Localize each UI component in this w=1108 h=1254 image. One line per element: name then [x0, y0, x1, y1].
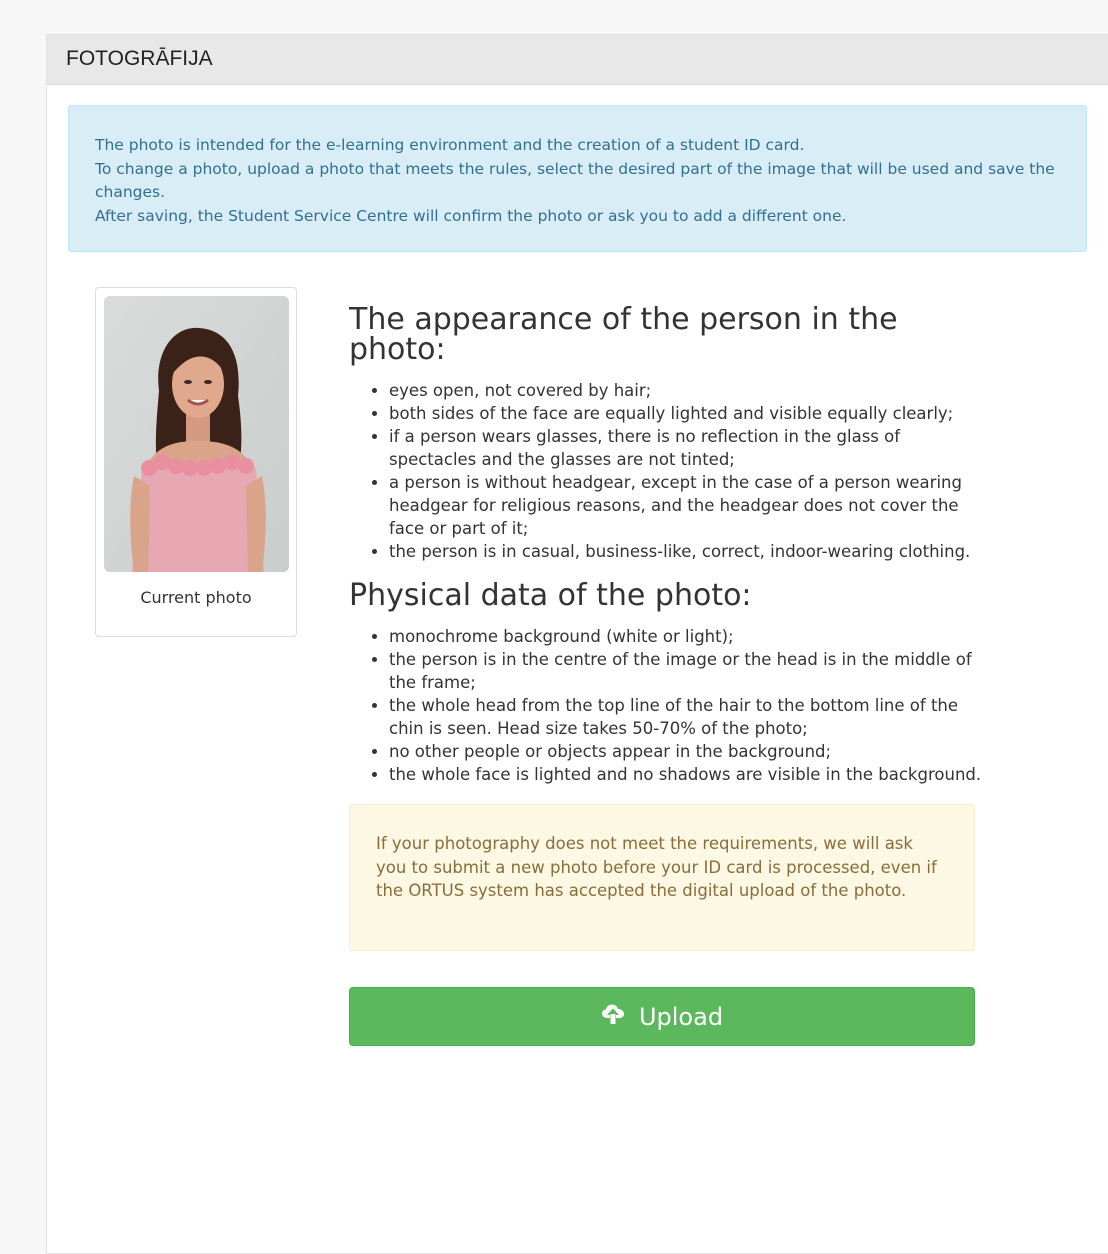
list-item: the whole head from the top line of the …	[389, 694, 989, 740]
physical-heading: Physical data of the photo:	[349, 578, 752, 613]
info-line-1: The photo is intended for the e-learning…	[95, 136, 805, 154]
current-photo-thumbnail: Current photo	[95, 287, 297, 637]
warning-alert: If your photography does not meet the re…	[349, 804, 975, 951]
appearance-heading: The appearance of the person in the phot…	[349, 302, 898, 367]
info-line-2: To change a photo, upload a photo that m…	[95, 159, 1055, 202]
list-item: eyes open, not covered by hair;	[389, 379, 989, 402]
list-item: the person is in the centre of the image…	[389, 648, 989, 694]
list-item: if a person wears glasses, there is no r…	[389, 425, 989, 471]
list-item: monochrome background (white or light);	[389, 625, 989, 648]
person-photo-illustration	[104, 296, 289, 572]
photo-panel: FOTOGRĀFIJA The photo is intended for th…	[46, 34, 1108, 1254]
current-photo-image	[104, 296, 289, 572]
upload-button-label: Upload	[638, 1002, 724, 1031]
physical-list: monochrome background (white or light); …	[349, 625, 989, 786]
photo-rules: The appearance of the person in the phot…	[349, 305, 989, 1046]
appearance-list: eyes open, not covered by hair; both sid…	[349, 379, 989, 563]
info-line-3: After saving, the Student Service Centre…	[95, 206, 847, 225]
list-item: the person is in casual, business-like, …	[389, 540, 989, 563]
list-item: a person is without headgear, except in …	[389, 471, 989, 540]
info-alert: The photo is intended for the e-learning…	[68, 105, 1087, 252]
panel-title: FOTOGRĀFIJA	[47, 35, 1108, 85]
current-photo-caption: Current photo	[140, 588, 252, 607]
list-item: no other people or objects appear in the…	[389, 740, 989, 763]
list-item: both sides of the face are equally light…	[389, 402, 989, 425]
cloud-upload-icon	[601, 1003, 625, 1031]
upload-button[interactable]: Upload	[349, 987, 975, 1046]
list-item: the whole face is lighted and no shadows…	[389, 763, 989, 786]
